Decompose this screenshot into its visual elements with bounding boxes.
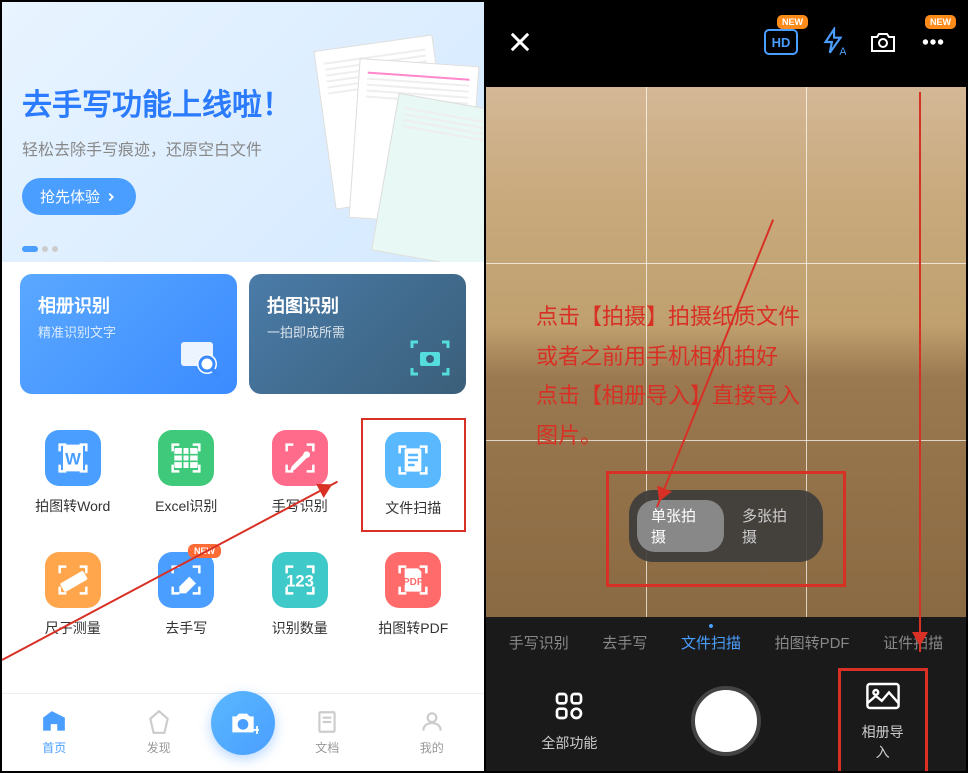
new-badge: NEW <box>925 15 956 29</box>
feature-word[interactable]: W 拍图转Word <box>20 418 126 532</box>
icon-label: 手写识别 <box>253 496 347 516</box>
word-icon: W <box>45 430 101 486</box>
mode-tab-2[interactable]: 文件扫描 <box>681 632 741 653</box>
album-import-button[interactable]: 相册导入 <box>838 668 928 772</box>
svg-text:+: + <box>252 722 259 739</box>
camera-controls: 全部功能 相册导入 <box>486 667 966 771</box>
card-title: 拍图识别 <box>267 292 448 318</box>
multi-shot-button[interactable]: 多张拍摄 <box>728 500 815 552</box>
camera-switch-icon <box>868 29 898 55</box>
svg-text:123: 123 <box>286 572 314 591</box>
mode-tab-3[interactable]: 拍图转PDF <box>775 632 850 653</box>
count-icon: 123 <box>272 552 328 608</box>
camera-top-bar: NEW HD A NEW <box>486 2 966 87</box>
svg-text:A: A <box>839 46 846 57</box>
nav-discover[interactable]: 发现 <box>107 709 212 756</box>
ruler-icon <box>45 552 101 608</box>
hd-icon: HD <box>764 29 798 55</box>
home-icon <box>41 709 67 735</box>
close-icon <box>506 28 534 56</box>
camera-viewfinder: 点击【拍摄】拍摄纸质文件或者之前用手机相机拍好点击【相册导入】直接导入图片。 单… <box>486 87 966 617</box>
gallery-icon <box>865 681 901 711</box>
doc-icon <box>385 432 441 488</box>
camera-switch-button[interactable] <box>868 29 898 60</box>
mode-tab-0[interactable]: 手写识别 <box>509 632 569 653</box>
shutter-button[interactable] <box>691 686 761 756</box>
mode-tabs: 手写识别 去手写 文件扫描 拍图转PDF 证件扫描 <box>486 617 966 667</box>
instruction-text: 点击【拍摄】拍摄纸质文件或者之前用手机相机拍好点击【相册导入】直接导入图片。 <box>536 297 926 455</box>
more-button[interactable]: NEW <box>920 29 946 60</box>
icon-label: 拍图转Word <box>26 496 120 516</box>
pdf-icon: PDF <box>385 552 441 608</box>
shoot-mode-toggle[interactable]: 单张拍摄 多张拍摄 <box>629 490 823 562</box>
icon-label: 识别数量 <box>253 618 347 638</box>
promo-banner: 去手写功能上线啦！ 轻松去除手写痕迹，还原空白文件 抢先体验 <box>2 2 484 262</box>
more-icon <box>920 29 946 55</box>
single-shot-button[interactable]: 单张拍摄 <box>637 500 724 552</box>
feature-pen[interactable]: 手写识别 <box>247 418 353 532</box>
profile-icon <box>419 709 445 735</box>
new-badge: NEW <box>777 15 808 29</box>
discover-icon <box>146 709 172 735</box>
photo-recognition-card[interactable]: 拍图识别 一拍即成所需 <box>249 274 466 394</box>
new-badge: NEW <box>188 544 221 558</box>
camera-scan-icon <box>406 334 454 382</box>
icon-label: 去手写 <box>140 618 234 638</box>
shoot-mode-highlight: 单张拍摄 多张拍摄 <box>606 471 846 587</box>
mode-tab-4[interactable]: 证件扫描 <box>883 632 943 653</box>
excel-icon <box>158 430 214 486</box>
eraser-icon <box>158 552 214 608</box>
feature-count[interactable]: 123 识别数量 <box>247 540 353 650</box>
grid-icon <box>553 690 585 722</box>
search-photo-icon <box>177 334 225 382</box>
mode-tab-1[interactable]: 去手写 <box>602 632 647 653</box>
feature-excel[interactable]: Excel识别 <box>134 418 240 532</box>
chevron-right-icon <box>104 190 118 204</box>
camera-button[interactable]: + <box>211 691 275 755</box>
icon-label: 尺子测量 <box>26 618 120 638</box>
feature-ruler[interactable]: 尺子测量 <box>20 540 126 650</box>
annotation-arrow <box>656 219 774 507</box>
icon-label: Excel识别 <box>140 496 234 516</box>
feature-pdf[interactable]: PDF 拍图转PDF <box>361 540 467 650</box>
hd-button[interactable]: NEW HD <box>764 29 798 60</box>
bottom-nav: 首页 发现 + 文档 我的 <box>2 693 484 771</box>
nav-home[interactable]: 首页 <box>2 709 107 756</box>
feature-eraser[interactable]: NEW 去手写 <box>134 540 240 650</box>
try-now-button[interactable]: 抢先体验 <box>22 178 136 215</box>
all-features-button[interactable]: 全部功能 <box>524 690 614 753</box>
pen-icon <box>272 430 328 486</box>
card-title: 相册识别 <box>38 292 219 318</box>
docs-icon <box>314 709 340 735</box>
svg-text:PDF: PDF <box>403 577 423 588</box>
icon-label: 拍图转PDF <box>367 618 461 638</box>
nav-mine[interactable]: 我的 <box>380 709 485 756</box>
close-button[interactable] <box>506 28 534 61</box>
page-indicator <box>22 246 58 252</box>
album-recognition-card[interactable]: 相册识别 精准识别文字 <box>20 274 237 394</box>
banner-illustration <box>314 42 484 222</box>
camera-icon: + <box>227 707 259 739</box>
icon-label: 文件扫描 <box>369 498 459 518</box>
svg-text:HD: HD <box>772 35 791 50</box>
feature-doc[interactable]: 文件扫描 <box>361 418 467 532</box>
nav-docs[interactable]: 文档 <box>275 709 380 756</box>
flash-button[interactable]: A <box>820 27 846 62</box>
flash-icon: A <box>820 27 846 57</box>
svg-text:W: W <box>65 450 81 469</box>
